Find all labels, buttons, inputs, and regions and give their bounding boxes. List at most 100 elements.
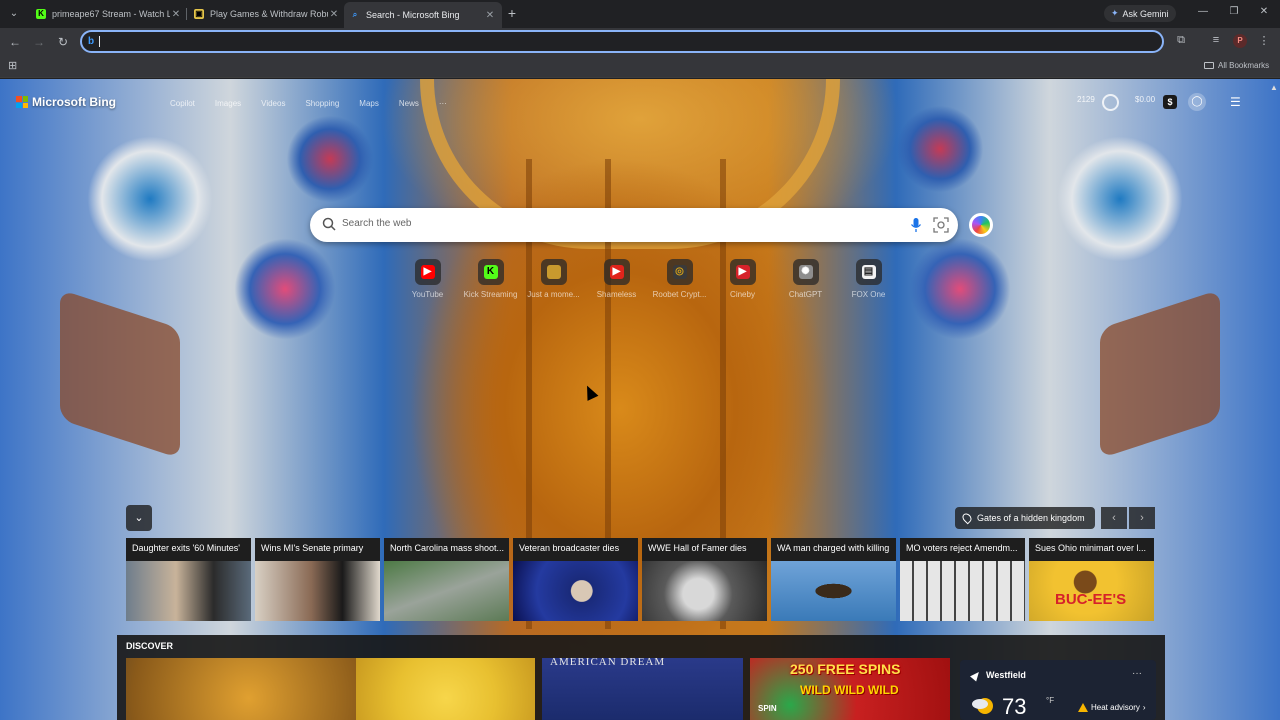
reload-icon[interactable]: ↻ (55, 34, 71, 50)
previous-image-chevron-icon[interactable]: ‹ (1101, 507, 1127, 529)
profile-avatar[interactable]: P (1233, 34, 1247, 48)
tab-divider (186, 8, 187, 20)
nav-copilot[interactable]: Copilot (170, 99, 195, 108)
all-bookmarks-button[interactable]: All Bookmarks (1204, 61, 1269, 70)
advisory-label: Heat advisory (1091, 703, 1140, 712)
news-card[interactable]: Daughter exits '60 Minutes' (126, 538, 251, 621)
quick-link-kick[interactable]: K Kick Streaming (459, 259, 522, 299)
quick-link-label: FOX One (851, 290, 886, 299)
tab-kick[interactable]: K primeape67 Stream - Watch Live ✕ (30, 3, 188, 25)
close-icon[interactable]: ✕ (328, 9, 340, 20)
news-thumbnail (513, 561, 638, 621)
search-input[interactable]: Search the web (342, 218, 412, 229)
search-icon (322, 217, 336, 231)
new-tab-button[interactable]: + (504, 5, 520, 21)
quick-links: ▶ YouTube K Kick Streaming Just a mome..… (396, 259, 900, 299)
user-account-icon[interactable]: ◯ (1188, 93, 1206, 111)
news-title: Veteran broadcaster dies (513, 538, 638, 561)
quick-link-shameless[interactable]: ▶ Shameless (585, 259, 648, 299)
news-card[interactable]: North Carolina mass shoot... (384, 538, 509, 621)
quick-link-cineby[interactable]: ▶ Cineby (711, 259, 774, 299)
quick-link-chatgpt[interactable]: ✺ ChatGPT (774, 259, 837, 299)
news-title: Daughter exits '60 Minutes' (126, 538, 251, 561)
scroll-up-arrow-icon[interactable]: ▲ (1270, 83, 1278, 92)
bing-logo[interactable]: Microsoft Bing (16, 95, 116, 109)
discover-card-food[interactable] (126, 658, 535, 720)
discover-card-casino-ad[interactable]: 250 FREE SPINS WILD WILD WILD SPIN (750, 658, 950, 720)
news-card[interactable]: WWE Hall of Famer dies (642, 538, 767, 621)
microphone-icon[interactable] (910, 217, 922, 233)
close-window-icon[interactable]: ✕ (1257, 6, 1271, 17)
extensions-icon[interactable]: ⧉ (1173, 34, 1189, 47)
tab-title: primeape67 Stream - Watch Live (52, 9, 170, 19)
quick-link-label: YouTube (411, 290, 444, 299)
quick-link-fox-one[interactable]: ▤ FOX One (837, 259, 900, 299)
all-bookmarks-label: All Bookmarks (1218, 61, 1270, 70)
nav-more[interactable]: ··· (439, 99, 447, 108)
discover-card-politics[interactable]: AMERICAN DREAM (542, 658, 743, 720)
weather-location[interactable]: Westfield (986, 670, 1026, 680)
wallet-balance[interactable]: $0.00 (1135, 95, 1155, 104)
logo-text: Microsoft Bing (32, 95, 116, 109)
rewards-points[interactable]: 2129 (1077, 95, 1095, 104)
copilot-icon[interactable] (969, 213, 993, 237)
news-card[interactable]: WA man charged with killing (771, 538, 896, 621)
news-card[interactable]: Veteran broadcaster dies (513, 538, 638, 621)
image-location-info[interactable]: Gates of a hidden kingdom (955, 507, 1095, 529)
heat-advisory-link[interactable]: Heat advisory › (1078, 703, 1146, 712)
discover-heading: DISCOVER (126, 641, 174, 651)
background-pillar (1100, 289, 1220, 459)
close-icon[interactable]: ✕ (170, 9, 182, 20)
bookmarks-bar: ⊞ All Bookmarks (0, 56, 1280, 78)
roobet-icon: ◎ (672, 265, 687, 279)
restore-icon[interactable]: ❐ (1227, 6, 1241, 17)
hamburger-menu-icon[interactable]: ☰ (1230, 96, 1244, 108)
nav-maps[interactable]: Maps (359, 99, 379, 108)
text-caret (99, 36, 100, 47)
next-image-chevron-icon[interactable]: › (1129, 507, 1155, 529)
bing-search-box[interactable]: Search the web (310, 208, 958, 242)
nav-news[interactable]: News (399, 99, 419, 108)
forward-arrow-icon[interactable]: → (31, 34, 47, 50)
quick-link-roobet[interactable]: ◎ Roobet Crypt... (648, 259, 711, 299)
buc-ees-logo: BUC-EE'S (1055, 591, 1127, 608)
address-bar[interactable]: b (80, 30, 1164, 53)
tab-roblox-games[interactable]: ▣ Play Games & Withdraw Robux ✕ (188, 3, 346, 25)
youtube-icon: ▶ (420, 265, 435, 279)
nav-videos[interactable]: Videos (261, 99, 285, 108)
ask-gemini-button[interactable]: ✦ Ask Gemini (1104, 5, 1176, 22)
apps-grid-icon[interactable]: ⊞ (8, 60, 20, 72)
discover-card-caption: AMERICAN DREAM (550, 658, 666, 668)
quick-link-label: Roobet Crypt... (652, 290, 707, 299)
discover-image (356, 658, 535, 720)
quick-link-youtube[interactable]: ▶ YouTube (396, 259, 459, 299)
tab-title: Search - Microsoft Bing (366, 10, 460, 20)
collapse-feed-chevron-icon[interactable]: ⌄ (126, 505, 152, 531)
news-title: Sues Ohio minimart over l... (1029, 538, 1154, 561)
quick-link-just-a-moment[interactable]: Just a mome... (522, 259, 585, 299)
minimize-icon[interactable]: — (1196, 6, 1210, 17)
news-title: Wins MI's Senate primary (255, 538, 380, 561)
tab-bing-search[interactable]: ⌕ Search - Microsoft Bing ✕ (344, 2, 502, 28)
news-thumbnail (384, 561, 509, 621)
nav-shopping[interactable]: Shopping (305, 99, 339, 108)
news-card[interactable]: MO voters reject Amendm... (900, 538, 1025, 621)
back-arrow-icon[interactable]: ← (7, 34, 23, 50)
tab-title: Play Games & Withdraw Robux (210, 9, 328, 19)
tab-strip: ⌄ K primeape67 Stream - Watch Live ✕ ▣ P… (0, 0, 1280, 28)
tab-search-icon[interactable]: ⌄ (6, 6, 22, 22)
news-card[interactable]: Sues Ohio minimart over l... BUC-EE'S (1029, 538, 1154, 621)
mouse-cursor (581, 383, 599, 401)
news-card[interactable]: Wins MI's Senate primary (255, 538, 380, 621)
more-options-icon[interactable]: ··· (1132, 668, 1142, 679)
visual-search-icon[interactable] (933, 217, 949, 233)
weather-widget[interactable]: Westfield ··· 73 °F Heat advisory › (960, 660, 1156, 720)
more-menu-icon[interactable]: ⋮ (1256, 34, 1272, 47)
weather-unit: °F (1046, 696, 1055, 705)
discover-card-headline: 250 FREE SPINS (790, 661, 901, 677)
rewards-medal-icon[interactable] (1102, 94, 1119, 111)
close-icon[interactable]: ✕ (484, 10, 496, 21)
nav-images[interactable]: Images (215, 99, 241, 108)
media-controls-icon[interactable]: ≡ (1208, 34, 1224, 46)
dollar-icon[interactable]: $ (1163, 95, 1177, 109)
